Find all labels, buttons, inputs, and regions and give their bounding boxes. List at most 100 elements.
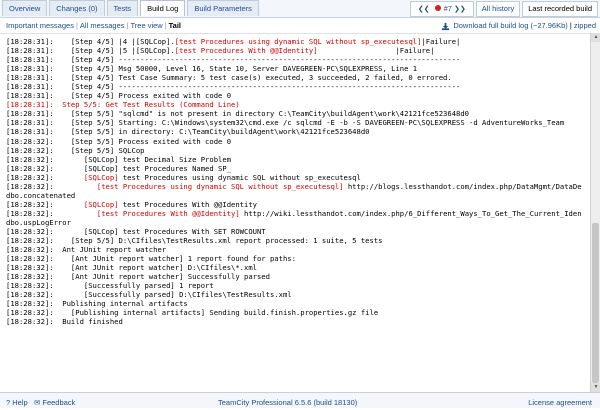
- filter-tail[interactable]: Tail: [169, 21, 181, 30]
- log-text: [18:28:32]:: [6, 226, 84, 236]
- log-text: test Procedures With SET ROWCOUNT: [118, 226, 266, 236]
- log-line: [18:28:31]: [Step 4/5] Msg 50000, Level …: [6, 64, 418, 74]
- log-text: [18:28:32]:: [6, 154, 84, 164]
- log-line: [18:28:32]: [test Procedures using dynam…: [6, 182, 590, 191]
- log-line: [18:28:32]: [Step 5/5] Process exited wi…: [6, 136, 232, 146]
- license-agreement-link[interactable]: License agreement: [528, 395, 592, 410]
- log-text: http://blogs.lessthandot.com/index.php/D…: [343, 181, 582, 191]
- log-line: [18:28:31]: [Step 5/5] in directory: C:\…: [6, 127, 370, 137]
- failed-test-label: [SQLCop]: [83, 199, 119, 209]
- log-text: http://wiki.lessthandot.com/index.php/6_…: [239, 208, 582, 218]
- tab-changes[interactable]: Changes (0): [49, 0, 105, 16]
- log-line: [18:28:31]: [Step 4/5] -----------------…: [6, 82, 461, 92]
- log-line: [18:28:32]: Build finished: [6, 317, 123, 327]
- log-line: [18:28:31]: [Step 4/5] Process exited wi…: [6, 91, 232, 101]
- download-log: Download full build log (~27.96Kb) | zip…: [441, 19, 596, 33]
- failed-test-label: [SQLCop]: [83, 172, 119, 182]
- log-scrollbar[interactable]: ▲ ▼: [590, 33, 600, 392]
- filter-separator: |: [164, 21, 167, 30]
- tab-overview[interactable]: Overview: [2, 0, 48, 16]
- log-line: dbo.concatenated: [6, 190, 76, 200]
- log-text: [18:28:32]:: [6, 208, 97, 218]
- log-line: [18:28:31]: [Step 4/5] |5 |[SQLCop].[tes…: [6, 46, 590, 55]
- log-line: [18:28:31]: Step 5/5: Get Test Results (…: [6, 100, 240, 110]
- log-text: [18:28:31]: [Step 4/5] |4 |: [6, 37, 136, 46]
- log-text: [18:28:31]: [Step 4/5] |5 |: [6, 46, 136, 56]
- help-icon: ?: [6, 398, 11, 407]
- build-tabs: Overview Changes (0) Tests Build Log Bui…: [2, 0, 261, 16]
- filter-important-messages[interactable]: Important messages: [6, 21, 74, 30]
- last-recorded-build-button[interactable]: Last recorded build: [522, 1, 598, 17]
- log-line: [18:28:31]: [Step 4/5] |4 |[SQLCop].[tes…: [6, 37, 590, 46]
- log-line: [18:28:32]: Publishing internal artifact…: [6, 299, 188, 309]
- log-text: test Procedures using dynamic SQL withou…: [118, 172, 361, 182]
- log-text: test Procedures Named SP_: [118, 163, 232, 173]
- log-text: [SQLCop]: [83, 226, 119, 236]
- top-toolbar: Overview Changes (0) Tests Build Log Bui…: [0, 0, 600, 18]
- log-text: [18:28:32]:: [6, 199, 84, 209]
- failed-test-label: [test Procedures using dynamic SQL witho…: [174, 37, 422, 46]
- tab-build-log[interactable]: Build Log: [140, 0, 186, 16]
- build-number-link[interactable]: #7: [444, 4, 452, 13]
- log-line: [18:28:32]: [Successfully parsed] D:\CIf…: [6, 290, 292, 300]
- help-link[interactable]: Help: [12, 398, 27, 407]
- log-text: |Failure|: [421, 37, 461, 46]
- footer-links: ? Help ✉ Feedback: [6, 395, 75, 410]
- feedback-link[interactable]: Feedback: [42, 398, 75, 407]
- log-line: [18:28:32]: [SQLCop] test Procedures Wit…: [6, 227, 590, 236]
- failed-test-label: [test Procedures With @@Identity]: [174, 46, 318, 56]
- download-icon: [442, 22, 450, 30]
- log-line: [18:28:32]: Ant JUnit report watcher: [6, 245, 167, 255]
- log-line: [18:28:31]: [Step 4/5] Test Case Summary…: [6, 73, 452, 83]
- filter-separator: |: [75, 21, 78, 30]
- log-line: [18:28:32]: [Step 5/5] D:\CIfiles\TestRe…: [6, 236, 383, 246]
- log-text: [SQLCop]: [83, 154, 119, 164]
- log-text: test Procedures With @@Identity: [118, 199, 257, 209]
- log-line: [18:28:32]: [Step 5/5] SQLCop: [6, 145, 145, 155]
- filter-all-messages[interactable]: All messages: [80, 21, 125, 30]
- log-text: [SQLCop]: [135, 46, 171, 56]
- log-line: [18:28:32]: [Publishing internal artifac…: [6, 308, 379, 318]
- log-line: [18:28:32]: [Ant JUnit report watcher] S…: [6, 272, 270, 282]
- scroll-up-icon[interactable]: ▲: [591, 33, 600, 42]
- log-line: [18:28:31]: [Step 5/5] Starting: C:\Wind…: [6, 118, 565, 128]
- log-text: |Failure|: [317, 46, 435, 56]
- log-line: [18:28:32]: [test Procedures With @@Iden…: [6, 209, 590, 218]
- next-build-icon[interactable]: ❯❯: [454, 6, 466, 13]
- failed-status-icon: [434, 5, 441, 11]
- tab-tests[interactable]: Tests: [106, 0, 139, 16]
- log-line: [18:28:32]: [Ant JUnit report watcher] D…: [6, 263, 257, 273]
- build-log-panel: [18:28:31]: [Step 4/5] |4 |[SQLCop].[tes…: [0, 33, 590, 393]
- page-footer: ? Help ✉ Feedback TeamCity Professional …: [0, 392, 600, 408]
- log-line: [18:28:32]: [Ant JUnit report watcher] 1…: [6, 254, 296, 264]
- log-line: [18:28:32]: [SQLCop] test Procedures usi…: [6, 173, 590, 182]
- scroll-down-icon[interactable]: ▼: [591, 383, 600, 392]
- log-line: [18:28:31]: [Step 5/5] "sqlcmd" is not p…: [6, 109, 470, 119]
- download-full-log-link[interactable]: Download full build log (~27.96Kb): [453, 19, 567, 33]
- log-text: [18:28:32]:: [6, 172, 84, 182]
- log-line: [18:28:31]: [Step 4/5] -----------------…: [6, 55, 461, 65]
- scrollbar-thumb[interactable]: [592, 223, 599, 383]
- failed-test-label: [test Procedures using dynamic SQL witho…: [96, 181, 344, 191]
- tab-build-parameters[interactable]: Build Parameters: [187, 0, 259, 16]
- log-line: [18:28:32]: [Successfully parsed] 1 repo…: [6, 281, 214, 291]
- log-text: [SQLCop]: [83, 163, 119, 173]
- download-zipped-link[interactable]: zipped: [574, 19, 596, 33]
- build-selector: ❮❮ #7 ❯❯: [409, 1, 474, 17]
- feedback-icon: ✉: [33, 398, 41, 407]
- previous-build-icon[interactable]: ❮❮: [418, 6, 430, 13]
- log-filter-bar: Important messages | All messages | Tree vie…: [0, 18, 600, 32]
- log-line: [18:28:32]: [SQLCop] test Procedures Nam…: [6, 164, 590, 173]
- log-text: [18:28:32]:: [6, 163, 84, 173]
- product-version-link[interactable]: TeamCity Professional 6.5.6 (build 18130…: [218, 395, 357, 410]
- build-navigation: ❮❮ #7 ❯❯ All history Last recorded build: [408, 1, 598, 17]
- log-line: [18:28:32]: [SQLCop] test Procedures Wit…: [6, 200, 590, 209]
- log-line: dbo.uspLogError: [6, 217, 71, 227]
- failed-test-label: [test Procedures With @@Identity]: [96, 208, 240, 218]
- all-history-link[interactable]: All history: [475, 1, 521, 17]
- log-text: [SQLCop]: [135, 37, 171, 46]
- filter-tree-view[interactable]: Tree view: [130, 21, 162, 30]
- log-text: test Decimal Size Problem: [118, 154, 232, 164]
- log-text: [18:28:32]:: [6, 181, 97, 191]
- filter-separator: |: [126, 21, 129, 30]
